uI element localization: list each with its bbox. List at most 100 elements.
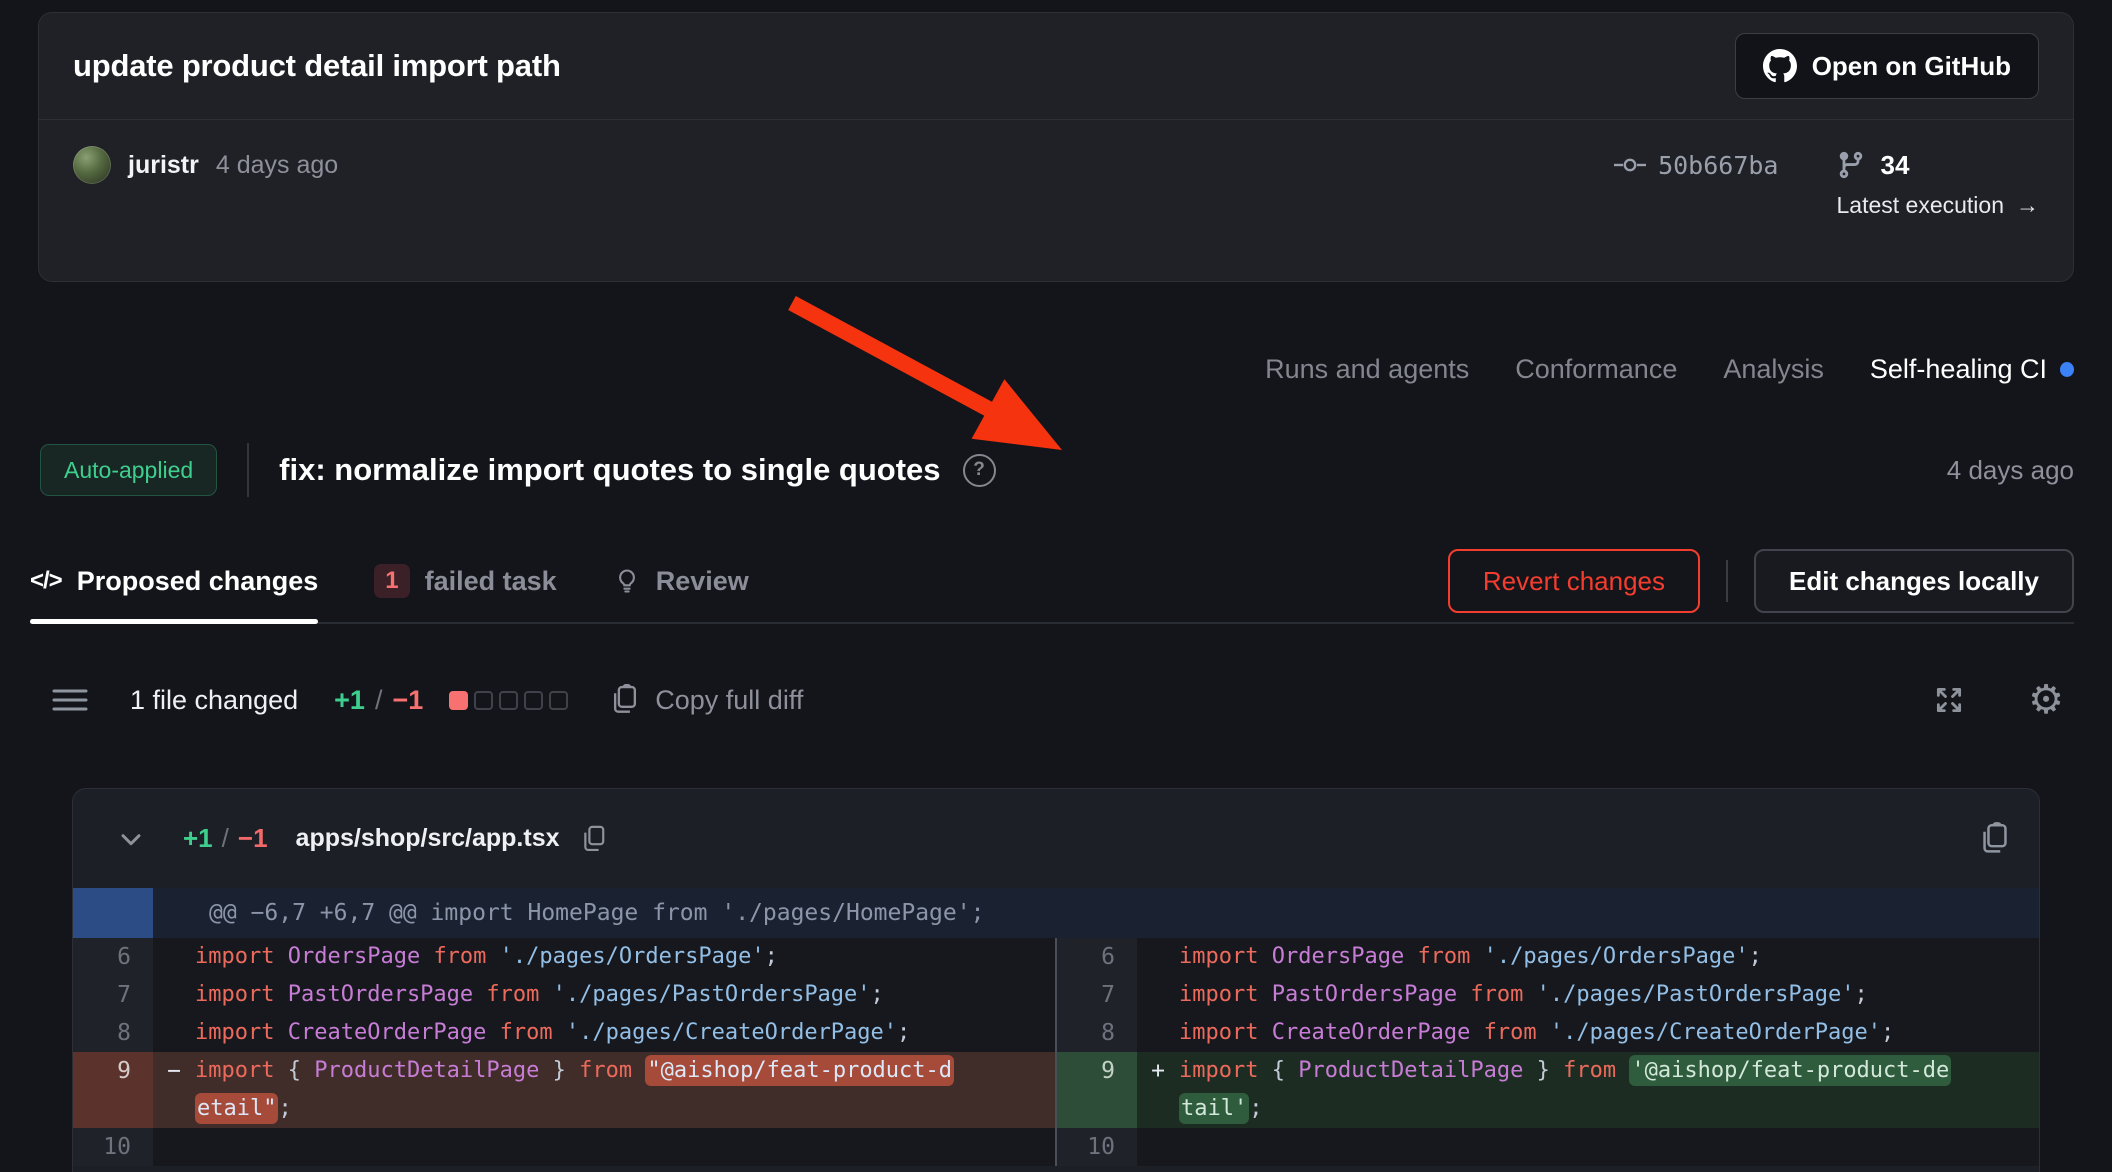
diff-line-6: 6 import OrdersPage from './pages/OrdersP… [73, 938, 1055, 976]
code-content: import PastOrdersPage from './pages/Past… [1179, 976, 1951, 1014]
author-name: juristr [128, 151, 199, 180]
commit-refs: 50b667ba 34 Latest execution → [1614, 146, 2039, 219]
diff-sign: − [153, 1052, 195, 1128]
code-content: import OrdersPage from './pages/OrdersPa… [1179, 938, 1951, 976]
copy-full-diff-button[interactable]: Copy full diff [610, 684, 803, 716]
author-group: juristr 4 days ago [73, 146, 338, 184]
nav-item-self-healing-ci[interactable]: Self-healing CI [1870, 354, 2074, 385]
line-number: 7 [1057, 976, 1137, 1014]
line-number: 8 [73, 1014, 153, 1052]
auto-applied-badge: Auto-applied [40, 444, 217, 496]
code-content: import CreateOrderPage from './pages/Cre… [1179, 1014, 1951, 1052]
fix-header-row: Auto-applied fix: normalize import quote… [40, 438, 2074, 502]
code-content: import OrdersPage from './pages/OrdersPa… [195, 938, 955, 976]
line-number: 9 [1057, 1052, 1137, 1128]
diff-sign [1137, 1014, 1179, 1052]
diff-line-8: 8 import CreateOrderPage from './pages/Cr… [1057, 1014, 2039, 1052]
edit-changes-locally-button[interactable]: Edit changes locally [1754, 549, 2074, 613]
diff-sign [1137, 938, 1179, 976]
tab-bar: </> Proposed changes 1 failed task Revie… [30, 540, 2074, 624]
expand-fullscreen-icon[interactable] [1932, 683, 1966, 717]
line-number: 8 [1057, 1014, 1137, 1052]
diff-stat-block [449, 691, 468, 710]
self-healing-ci-page: update product detail import path Open o… [0, 0, 2112, 1172]
nav-item-conformance[interactable]: Conformance [1515, 354, 1677, 385]
lightbulb-icon [613, 567, 641, 595]
tab-proposed-changes[interactable]: </> Proposed changes [30, 540, 318, 622]
diff-sign [153, 1014, 195, 1052]
settings-gear-icon[interactable]: ⚙ [2028, 680, 2064, 720]
diff-sign [1137, 1128, 1179, 1166]
file-diff-card: +1 / −1 apps/shop/src/app.tsx @@ −6,7 +6… [72, 788, 2040, 1172]
diff-stat-block [549, 691, 568, 710]
copy-path-icon[interactable] [580, 824, 608, 854]
fix-title: fix: normalize import quotes to single q… [279, 452, 940, 488]
diff-stat-blocks [449, 691, 568, 710]
file-stat-separator: / [222, 823, 229, 854]
help-icon[interactable]: ? [963, 454, 996, 487]
commit-card-header: update product detail import path Open o… [39, 13, 2073, 120]
diff-sign: + [1137, 1052, 1179, 1128]
files-changed-label: 1 file changed [130, 685, 298, 716]
diff-sign [153, 1128, 195, 1166]
file-diff-header: +1 / −1 apps/shop/src/app.tsx [73, 789, 2039, 888]
hunk-header-text: @@ −6,7 +6,7 @@ import HomePage from './… [153, 888, 984, 938]
runs-count: 34 [1880, 150, 1909, 181]
additions-count: +1 [334, 685, 365, 716]
line-number: 10 [1057, 1128, 1137, 1166]
commit-meta-row: juristr 4 days ago 50b667ba [39, 120, 2073, 219]
tab-failed-task[interactable]: 1 failed task [374, 540, 556, 622]
runs-count-group[interactable]: 34 [1836, 146, 1909, 184]
tab-review[interactable]: Review [613, 540, 749, 622]
notification-dot [2060, 362, 2074, 377]
github-logo-icon [1763, 49, 1797, 83]
avatar [73, 146, 111, 184]
open-on-github-label: Open on GitHub [1812, 51, 2011, 82]
top-nav: Runs and agents Conformance Analysis Sel… [1265, 345, 2074, 393]
code-content [195, 1128, 955, 1166]
code-content: import { ProductDetailPage } from '@aish… [1179, 1052, 1951, 1128]
page-title: update product detail import path [73, 48, 561, 84]
diff-line-9: 9−import { ProductDetailPage } from "@ai… [73, 1052, 1055, 1128]
workflow-branch-icon [1836, 150, 1866, 180]
deletions-count: −1 [392, 685, 423, 716]
open-on-github-button[interactable]: Open on GitHub [1735, 33, 2039, 99]
latest-execution-link[interactable]: Latest execution → [1836, 192, 2039, 219]
diff-line-7: 7 import PastOrdersPage from './pages/Pas… [1057, 976, 2039, 1014]
file-additions: +1 [183, 823, 213, 854]
fix-timestamp: 4 days ago [1947, 455, 2074, 486]
revert-changes-button[interactable]: Revert changes [1448, 549, 1700, 613]
nav-item-runs-and-agents[interactable]: Runs and agents [1265, 354, 1469, 385]
commit-hash-link[interactable]: 50b667ba [1614, 146, 1778, 184]
code-content [1179, 1128, 1951, 1166]
copy-file-diff-icon[interactable] [1979, 822, 2011, 856]
diff-pane-before: 6 import OrdersPage from './pages/OrdersP… [73, 938, 1055, 1166]
diff-line-10: 10 [73, 1128, 1055, 1166]
vertical-divider [247, 443, 249, 497]
code-content: import { ProductDetailPage } from "@aish… [195, 1052, 955, 1128]
diff-line-7: 7 import PastOrdersPage from './pages/Pas… [73, 976, 1055, 1014]
hunk-header-row: @@ −6,7 +6,7 @@ import HomePage from './… [73, 888, 2039, 938]
nav-item-analysis[interactable]: Analysis [1723, 354, 1824, 385]
button-divider [1726, 560, 1728, 602]
file-list-menu-icon[interactable] [52, 686, 88, 714]
code-icon: </> [30, 567, 62, 595]
failed-count-badge: 1 [374, 564, 409, 598]
line-number: 7 [73, 976, 153, 1014]
file-deletions: −1 [238, 823, 268, 854]
collapse-chevron-icon[interactable] [115, 823, 147, 855]
diff-line-8: 8import CreateOrderPage from './pages/Cr… [73, 1014, 1055, 1052]
line-number: 6 [73, 938, 153, 976]
copy-full-diff-label: Copy full diff [655, 685, 803, 716]
diff-stat-block [524, 691, 543, 710]
commit-hash: 50b667ba [1658, 151, 1778, 180]
diff-line-10: 10 [1057, 1128, 2039, 1166]
file-path: apps/shop/src/app.tsx [296, 824, 560, 853]
diff-stat-block [474, 691, 493, 710]
copy-icon [610, 684, 640, 716]
code-content: import PastOrdersPage from './pages/Past… [195, 976, 955, 1014]
diff-sign [153, 938, 195, 976]
line-number: 6 [1057, 938, 1137, 976]
diff-sign [153, 976, 195, 1014]
commit-card: update product detail import path Open o… [38, 12, 2074, 282]
